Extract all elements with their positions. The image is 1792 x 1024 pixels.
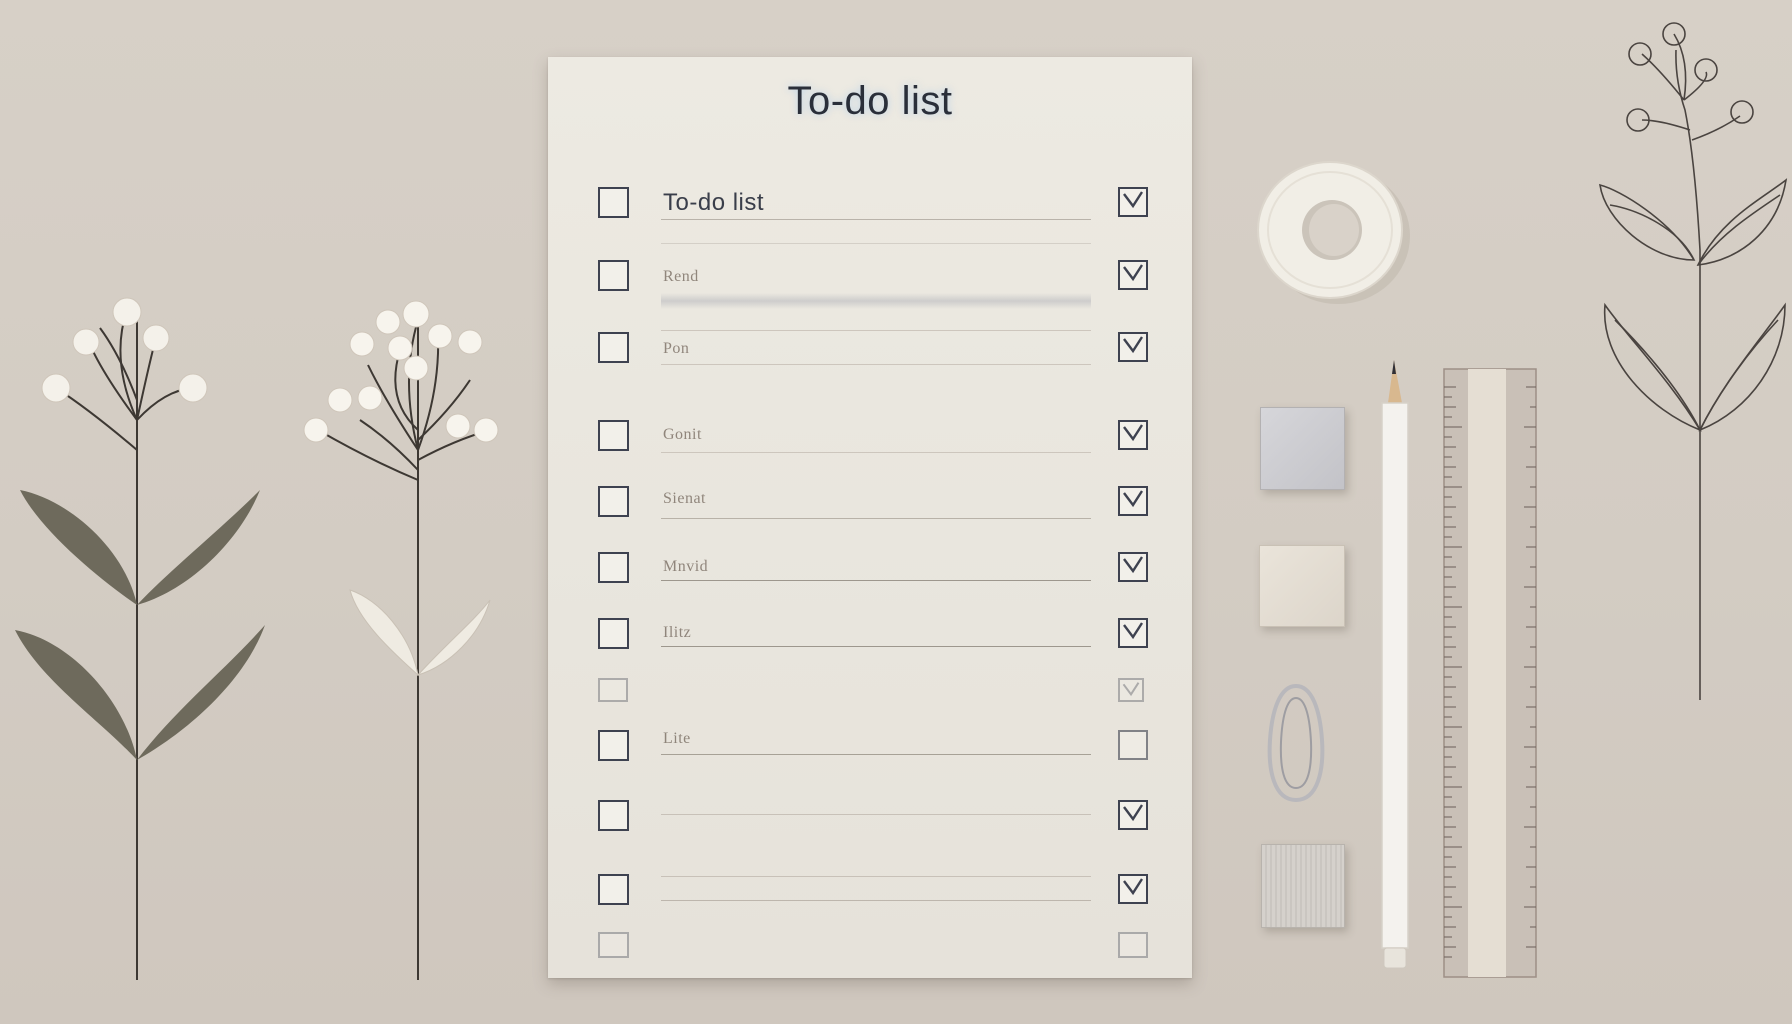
left-checkbox[interactable] xyxy=(598,678,628,702)
left-checkbox[interactable] xyxy=(598,730,629,761)
item-label: Mnvid xyxy=(663,558,709,575)
right-checkbox-checked[interactable] xyxy=(1118,618,1148,648)
left-checkbox[interactable] xyxy=(598,874,629,905)
writing-line xyxy=(661,243,1091,244)
right-checkbox-checked[interactable] xyxy=(1118,332,1148,362)
eraser-icon xyxy=(1261,844,1345,928)
list-item[interactable] xyxy=(548,932,1192,972)
checkmark-icon xyxy=(1123,622,1144,640)
list-item[interactable]: Ilitz xyxy=(548,618,1192,658)
ruler-icon xyxy=(1443,368,1537,978)
right-checkbox-checked[interactable] xyxy=(1118,187,1148,217)
pencil-icon xyxy=(1381,360,1409,969)
right-checkbox-checked[interactable] xyxy=(1118,552,1148,582)
checkmark-icon xyxy=(1123,878,1144,896)
item-label: Sienat xyxy=(663,490,706,507)
writing-line xyxy=(661,518,1091,519)
page-title: To-do list xyxy=(787,79,953,123)
left-checkbox[interactable] xyxy=(598,800,629,831)
checkmark-icon xyxy=(1123,804,1144,822)
writing-line xyxy=(661,452,1091,453)
right-checkbox[interactable] xyxy=(1118,730,1148,760)
left-checkbox[interactable] xyxy=(598,332,629,363)
list-item[interactable]: Gonit xyxy=(548,420,1192,460)
tape-roll-icon xyxy=(1257,161,1410,304)
writing-line xyxy=(661,330,1091,331)
writing-line xyxy=(661,876,1091,877)
list-item[interactable] xyxy=(548,678,1192,718)
flower-sprig-icon xyxy=(303,300,499,980)
checkmark-icon xyxy=(1123,556,1144,574)
left-checkbox[interactable] xyxy=(598,486,629,517)
item-label: Ilitz xyxy=(663,624,692,641)
list-item[interactable]: Pon xyxy=(548,332,1192,372)
left-checkbox[interactable] xyxy=(598,187,629,218)
list-item[interactable]: Lite xyxy=(548,730,1192,770)
right-checkbox-checked[interactable] xyxy=(1118,260,1148,290)
leaf-sprig-icon xyxy=(1599,22,1788,700)
right-checkbox-checked[interactable] xyxy=(1118,420,1148,450)
item-label: Lite xyxy=(663,730,691,747)
desk-scene: To-do list To-do list Rend Pon Gonit Sie… xyxy=(0,0,1792,1024)
item-label: To-do list xyxy=(663,189,765,216)
checkmark-icon xyxy=(1123,264,1144,282)
writing-line xyxy=(661,814,1091,815)
flower-sprig-icon xyxy=(15,297,265,980)
writing-line xyxy=(661,900,1091,901)
list-item[interactable]: To-do list xyxy=(548,187,1192,244)
right-checkbox-checked[interactable] xyxy=(1118,800,1148,830)
item-label: Rend xyxy=(663,268,699,285)
right-checkbox[interactable] xyxy=(1118,932,1148,958)
left-checkbox[interactable] xyxy=(598,932,629,958)
eraser-icon xyxy=(1260,407,1345,490)
writing-line xyxy=(661,219,1091,220)
left-checkbox[interactable] xyxy=(598,618,629,649)
left-checkbox[interactable] xyxy=(598,260,629,291)
item-label: Pon xyxy=(663,340,690,357)
eraser-icon xyxy=(1259,545,1345,627)
list-item[interactable] xyxy=(548,874,1192,914)
writing-line xyxy=(661,580,1091,581)
writing-line xyxy=(661,364,1091,365)
checkmark-icon xyxy=(1123,424,1144,442)
right-checkbox-checked[interactable] xyxy=(1118,486,1148,516)
writing-line xyxy=(661,754,1091,755)
right-checkbox-checked[interactable] xyxy=(1118,874,1148,904)
paperclip-icon xyxy=(1267,683,1325,803)
writing-line xyxy=(661,646,1091,647)
list-item[interactable] xyxy=(548,800,1192,840)
left-checkbox[interactable] xyxy=(598,420,629,451)
list-item[interactable]: Mnvid xyxy=(548,552,1192,592)
list-item[interactable]: Sienat xyxy=(548,486,1192,526)
todo-sheet: To-do list To-do list Rend Pon Gonit Sie… xyxy=(548,57,1192,978)
list-item[interactable]: Rend xyxy=(548,260,1192,331)
checkmark-icon xyxy=(1123,336,1144,354)
checkmark-icon xyxy=(1123,490,1144,508)
item-label: Gonit xyxy=(663,426,702,443)
checkmark-icon xyxy=(1122,682,1140,697)
right-checkbox-checked[interactable] xyxy=(1118,678,1144,702)
left-checkbox[interactable] xyxy=(598,552,629,583)
checkmark-icon xyxy=(1123,191,1144,209)
